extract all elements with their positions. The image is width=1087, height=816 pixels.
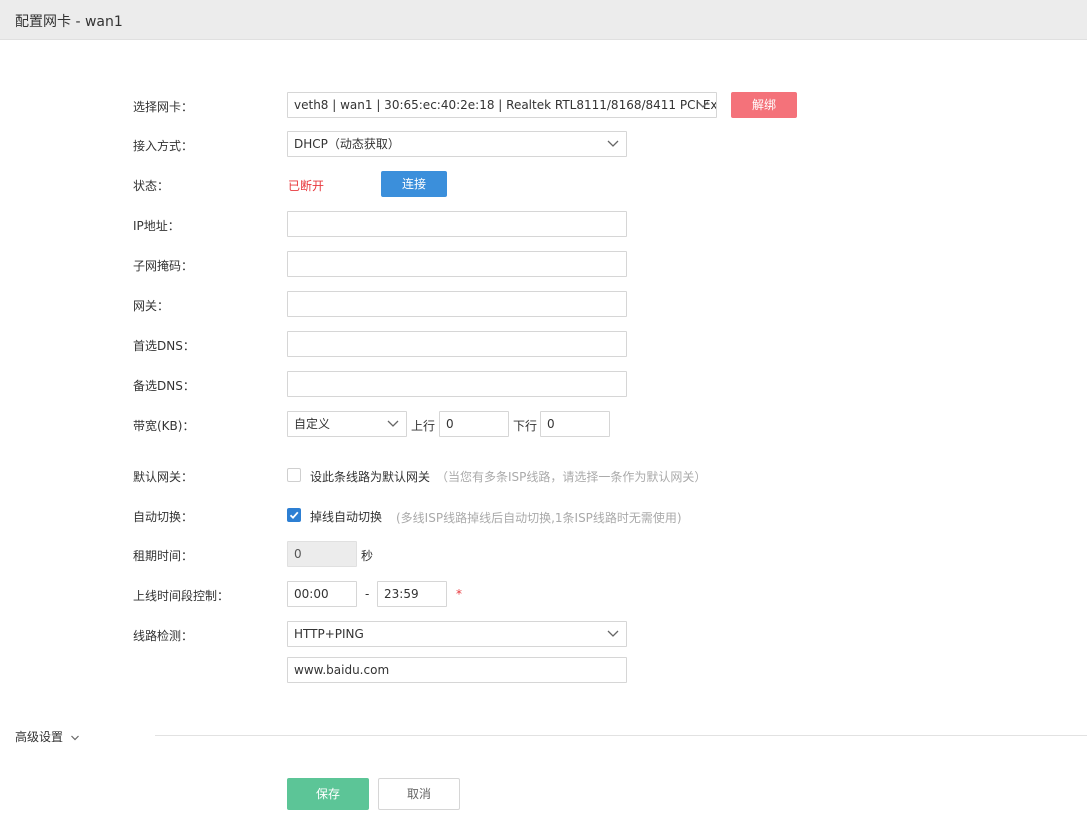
nic-select-value: veth8 | wan1 | 30:65:ec:40:2e:18 | Realt… [294, 98, 717, 112]
dns2-label: 备选DNS： [133, 379, 195, 393]
online-start-input[interactable] [287, 581, 357, 607]
mask-label: 子网掩码： [133, 259, 194, 273]
default-gateway-label: 默认网关： [133, 470, 194, 484]
line-check-mode-select[interactable]: HTTP+PING [287, 621, 627, 647]
save-button[interactable]: 保存 [287, 778, 369, 810]
row-line-check: 线路检测： HTTP+PING [0, 621, 1087, 647]
line-check-mode-value: HTTP+PING [294, 627, 364, 641]
bandwidth-mode-value: 自定义 [294, 417, 331, 431]
line-check-label: 线路检测： [133, 629, 194, 643]
default-gateway-checkbox[interactable] [287, 468, 301, 482]
row-ip: IP地址： [0, 211, 1087, 237]
lease-input[interactable] [287, 541, 357, 567]
row-default-gateway: 默认网关： 设此条线路为默认网关 （当您有多条ISP线路，请选择一条作为默认网关… [0, 462, 1087, 488]
access-label: 接入方式： [133, 139, 194, 153]
nic-label: 选择网卡： [133, 100, 194, 114]
online-time-separator: - [365, 587, 370, 601]
checkmark-icon [289, 511, 299, 520]
unbind-button[interactable]: 解绑 [731, 92, 797, 118]
row-line-check-target [0, 657, 1087, 683]
access-mode-value: DHCP（动态获取） [294, 137, 400, 151]
required-marker: * [456, 587, 462, 601]
status-label: 状态： [133, 179, 170, 193]
gateway-input[interactable] [287, 291, 627, 317]
connect-button[interactable]: 连接 [381, 171, 447, 197]
bandwidth-label: 带宽(KB)： [133, 419, 195, 433]
ip-label: IP地址： [133, 219, 180, 233]
advanced-settings-label: 高级设置 [15, 730, 64, 744]
row-nic: 选择网卡： veth8 | wan1 | 30:65:ec:40:2e:18 |… [0, 92, 1087, 118]
row-access: 接入方式： DHCP（动态获取） [0, 131, 1087, 157]
gateway-label: 网关： [133, 299, 170, 313]
row-bandwidth: 带宽(KB)： 自定义 上行 下行 [0, 411, 1087, 437]
dns1-label: 首选DNS： [133, 339, 195, 353]
auto-switch-label: 自动切换： [133, 510, 194, 524]
row-lease: 租期时间： 秒 [0, 541, 1087, 567]
chevron-down-icon [606, 629, 620, 639]
mask-input[interactable] [287, 251, 627, 277]
chevron-down-icon [70, 735, 79, 740]
row-status: 状态： 已断开 连接 [0, 171, 1087, 197]
row-dns1: 首选DNS： [0, 331, 1087, 357]
line-check-target-input[interactable] [287, 657, 627, 683]
status-value: 已断开 [288, 179, 325, 193]
download-label: 下行 [513, 419, 538, 433]
lease-label: 租期时间： [133, 549, 194, 563]
bandwidth-mode-select[interactable]: 自定义 [287, 411, 407, 437]
window-header: 配置网卡 - wan1 [0, 0, 1087, 40]
access-mode-select[interactable]: DHCP（动态获取） [287, 131, 627, 157]
dns2-input[interactable] [287, 371, 627, 397]
ip-input[interactable] [287, 211, 627, 237]
online-end-input[interactable] [377, 581, 447, 607]
upload-input[interactable] [439, 411, 509, 437]
download-input[interactable] [540, 411, 610, 437]
chevron-down-icon [606, 139, 620, 149]
row-gateway: 网关： [0, 291, 1087, 317]
dns1-input[interactable] [287, 331, 627, 357]
nic-select[interactable]: veth8 | wan1 | 30:65:ec:40:2e:18 | Realt… [287, 92, 717, 118]
cancel-button[interactable]: 取消 [378, 778, 460, 810]
auto-switch-hint: (多线ISP线路掉线后自动切换,1条ISP线路时无需使用) [396, 511, 682, 525]
row-dns2: 备选DNS： [0, 371, 1087, 397]
default-gateway-checkbox-label[interactable]: 设此条线路为默认网关 [310, 468, 430, 485]
lease-unit: 秒 [361, 549, 374, 563]
advanced-settings-toggle[interactable]: 高级设置 [15, 728, 80, 745]
online-time-label: 上线时间段控制： [133, 589, 230, 603]
page-title: 配置网卡 - wan1 [15, 14, 123, 30]
row-online-time: 上线时间段控制： - * [0, 581, 1087, 607]
auto-switch-checkbox[interactable] [287, 508, 301, 522]
advanced-divider [155, 735, 1087, 736]
auto-switch-checkbox-label[interactable]: 掉线自动切换 [310, 508, 382, 525]
default-gateway-hint: （当您有多条ISP线路，请选择一条作为默认网关） [436, 470, 707, 484]
upload-label: 上行 [411, 419, 436, 433]
chevron-down-icon [386, 419, 400, 429]
row-auto-switch: 自动切换： 掉线自动切换 (多线ISP线路掉线后自动切换,1条ISP线路时无需使… [0, 502, 1087, 528]
row-mask: 子网掩码： [0, 251, 1087, 277]
chevron-down-icon [696, 100, 710, 110]
